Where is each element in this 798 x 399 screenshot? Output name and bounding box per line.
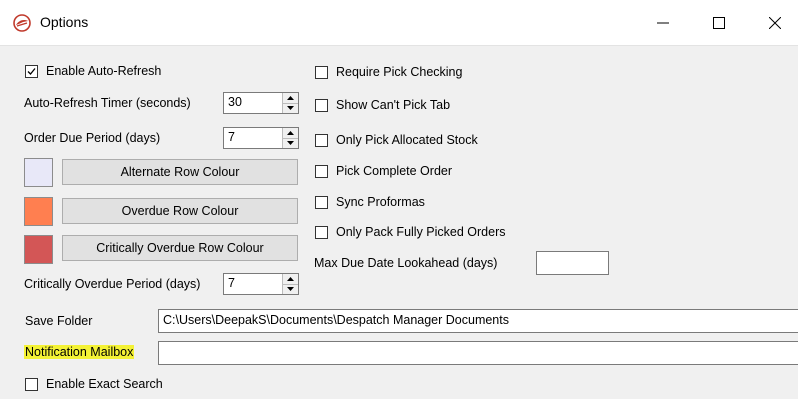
pick-complete-order-checkbox[interactable]: Pick Complete Order [315,164,452,178]
checkbox-box[interactable] [315,225,328,239]
spin-down-button[interactable] [283,103,298,113]
overdue-row-colour-button[interactable]: Overdue Row Colour [62,198,298,224]
due-period-label: Order Due Period (days) [24,131,161,145]
only-pick-allocated-stock-checkbox[interactable]: Only Pick Allocated Stock [315,133,478,147]
exact-search-checkbox[interactable]: Enable Exact Search [25,377,163,391]
critically-overdue-colour-swatch[interactable] [24,235,53,264]
app-logo-icon [13,14,31,32]
title-bar: Options [0,0,798,46]
checkbox-box[interactable] [315,133,328,147]
lookahead-label: Max Due Date Lookahead (days) [314,256,498,270]
exact-search-label: Enable Exact Search [46,377,163,391]
minimize-button[interactable] [640,0,686,46]
critical-period-label: Critically Overdue Period (days) [24,277,201,291]
timer-value[interactable]: 30 [224,93,282,113]
spin-up-button[interactable] [283,93,298,104]
spin-up-button[interactable] [283,274,298,285]
close-button[interactable] [752,0,798,46]
checkbox-label: Show Can't Pick Tab [336,98,451,112]
checkbox-label: Require Pick Checking [336,65,463,79]
critical-period-value[interactable]: 7 [224,274,282,294]
checkmark-icon [27,67,36,75]
checkbox-box[interactable] [315,98,328,112]
timer-stepper[interactable]: 30 [223,92,299,114]
due-period-stepper[interactable]: 7 [223,127,299,149]
spin-down-button[interactable] [283,284,298,294]
close-icon [769,17,781,29]
minimize-icon [657,22,669,24]
only-pack-fully-picked-orders-checkbox[interactable]: Only Pack Fully Picked Orders [315,225,506,239]
alternate-colour-swatch[interactable] [24,158,53,187]
spin-down-button[interactable] [283,138,298,148]
checkbox-box[interactable] [315,164,328,178]
chevron-down-icon [287,141,294,146]
lookahead-input[interactable] [536,251,609,275]
maximize-button[interactable] [696,0,742,46]
overdue-colour-swatch[interactable] [24,197,53,226]
sync-proformas-checkbox[interactable]: Sync Proformas [315,195,425,209]
spin-up-button[interactable] [283,128,298,139]
critical-period-stepper[interactable]: 7 [223,273,299,295]
chevron-down-icon [287,287,294,292]
chevron-down-icon [287,106,294,111]
notification-mailbox-input[interactable] [158,341,798,365]
chevron-up-icon [287,95,294,100]
auto-refresh-checkbox[interactable]: Enable Auto-Refresh [25,64,161,78]
chevron-up-icon [287,276,294,281]
checkbox-label: Sync Proformas [336,195,425,209]
notification-mailbox-label: Notification Mailbox [24,345,135,359]
checkbox-box[interactable] [25,377,38,391]
chevron-up-icon [287,130,294,135]
checkbox-box[interactable] [315,65,328,79]
require-pick-checking-checkbox[interactable]: Require Pick Checking [315,65,462,79]
save-folder-input[interactable]: C:\Users\DeepakS\Documents\Despatch Mana… [158,309,798,333]
maximize-icon [713,17,725,29]
show-cant-pick-tab-checkbox[interactable]: Show Can't Pick Tab [315,98,450,112]
alternate-row-colour-button[interactable]: Alternate Row Colour [62,159,298,185]
due-period-value[interactable]: 7 [224,128,282,148]
checkbox-label: Only Pack Fully Picked Orders [336,225,506,239]
auto-refresh-label: Enable Auto-Refresh [46,64,162,78]
timer-label: Auto-Refresh Timer (seconds) [24,96,191,110]
critically-overdue-row-colour-button[interactable]: Critically Overdue Row Colour [62,235,298,261]
checkbox-box[interactable] [25,64,38,78]
checkbox-label: Only Pick Allocated Stock [336,133,478,147]
window-title: Options [40,14,89,30]
checkbox-label: Pick Complete Order [336,164,453,178]
save-folder-label: Save Folder [25,314,93,328]
checkbox-box[interactable] [315,195,328,209]
